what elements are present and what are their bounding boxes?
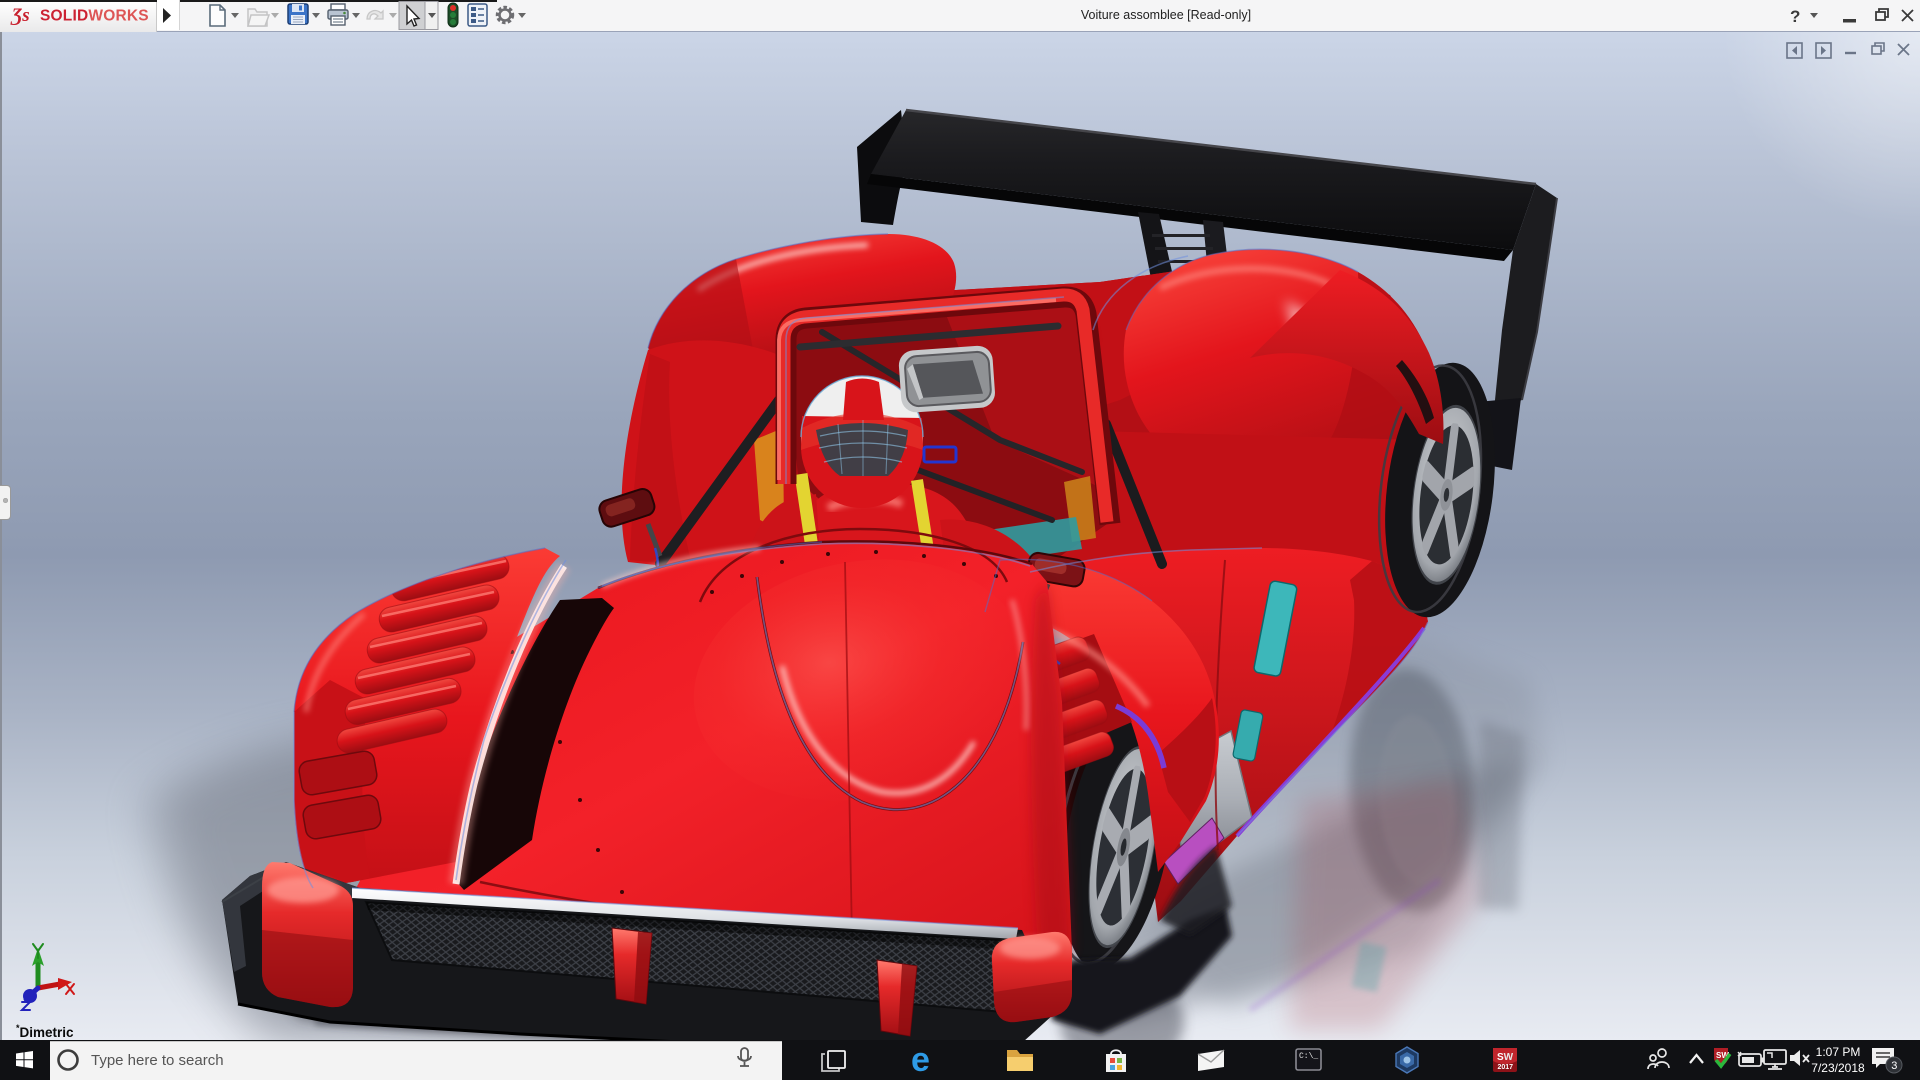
svg-text:SOLIDWORKS: SOLIDWORKS — [40, 8, 149, 25]
svg-text:?: ? — [1790, 7, 1800, 26]
svg-text:3: 3 — [1891, 1060, 1897, 1072]
svg-text:2017: 2017 — [1498, 1064, 1514, 1071]
svg-text:e: e — [911, 1041, 930, 1079]
svg-text:Ʒs: Ʒs — [10, 5, 30, 26]
svg-text:C:\_: C:\_ — [1299, 1052, 1318, 1061]
svg-text:SW: SW — [1497, 1052, 1514, 1063]
